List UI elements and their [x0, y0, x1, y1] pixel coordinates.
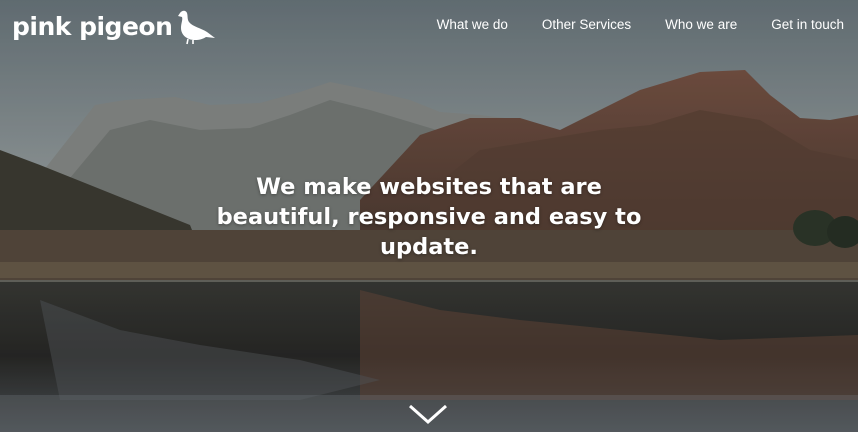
brand-name: pink pigeon: [12, 12, 173, 41]
hero-section: pink pigeon What we do Other Services Wh…: [0, 0, 858, 432]
nav-link-get-in-touch[interactable]: Get in touch: [771, 17, 844, 32]
main-navigation: What we do Other Services Who we are Get…: [437, 17, 844, 32]
nav-link-what-we-do[interactable]: What we do: [437, 17, 508, 32]
chevron-down-icon[interactable]: [407, 402, 449, 426]
brand-logo[interactable]: pink pigeon: [12, 8, 216, 46]
pigeon-icon: [178, 10, 216, 45]
hero-headline: We make websites that are beautiful, res…: [216, 174, 642, 260]
nav-link-who-we-are[interactable]: Who we are: [665, 17, 737, 32]
nav-link-other-services[interactable]: Other Services: [542, 17, 631, 32]
